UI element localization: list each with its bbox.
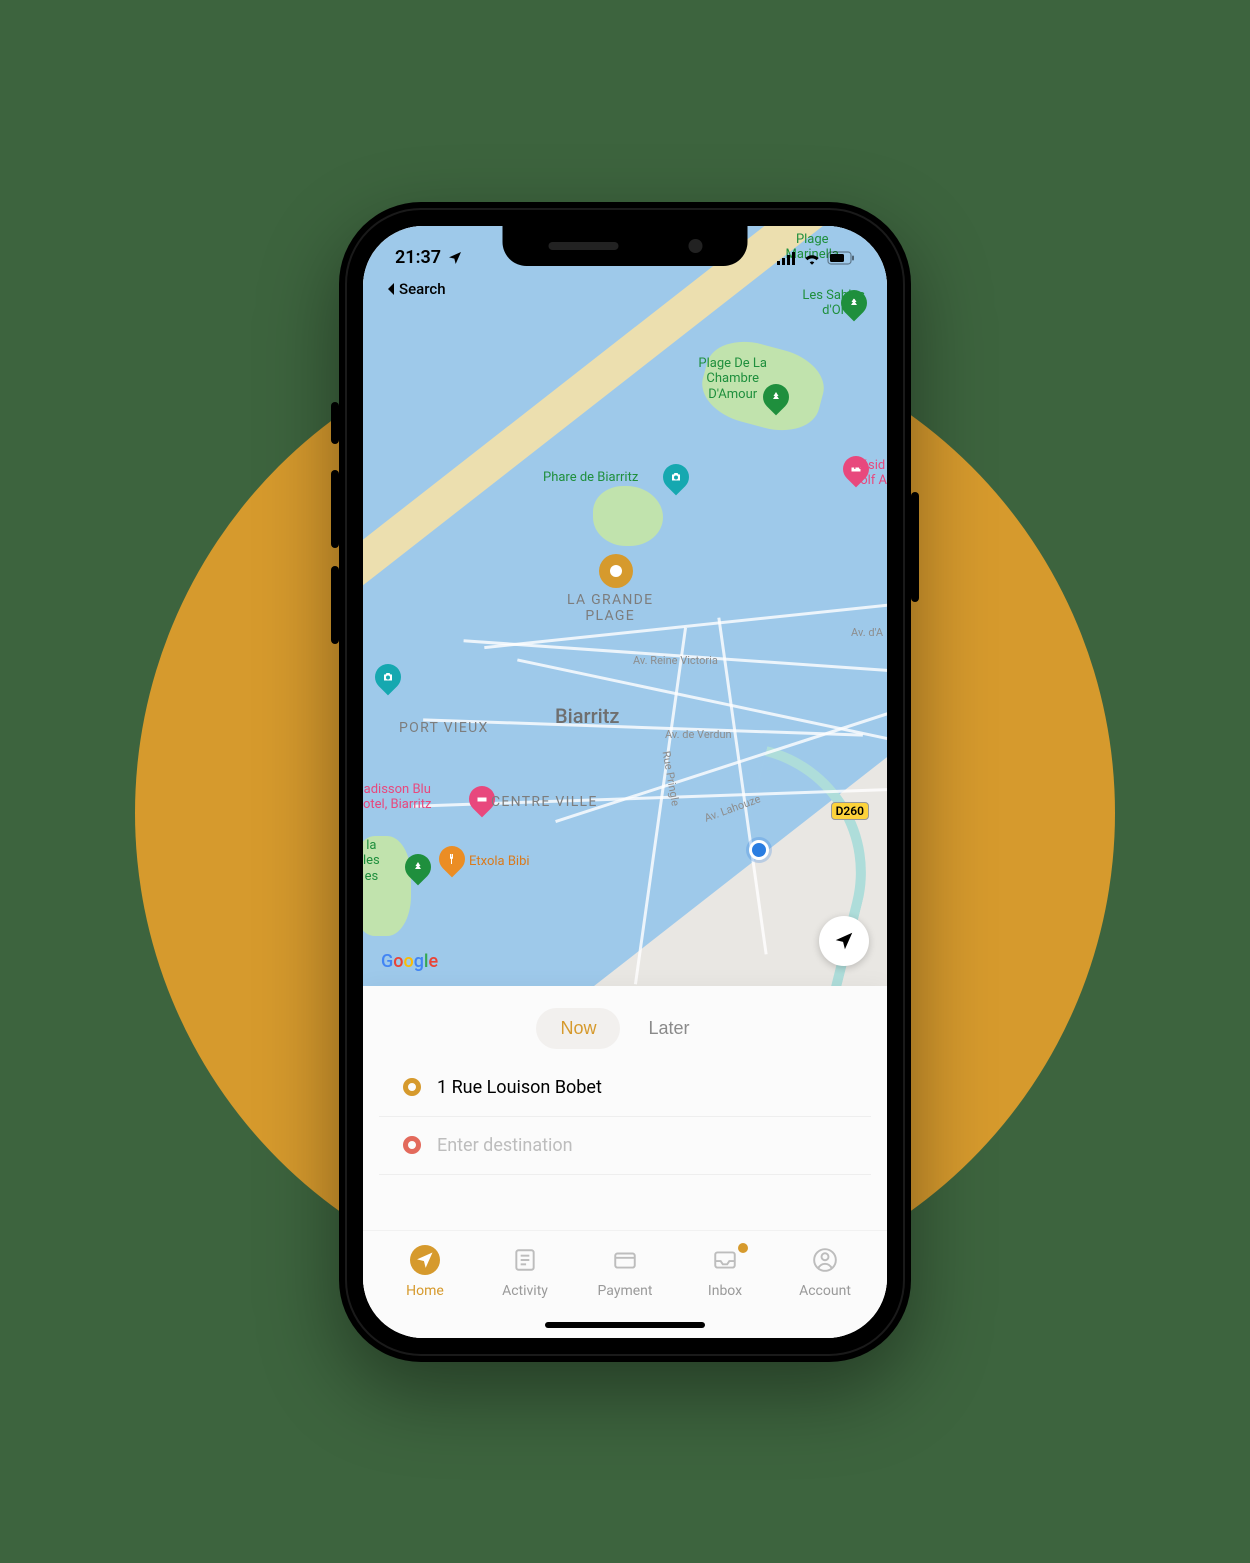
tab-home[interactable]: Home	[380, 1245, 470, 1299]
inbox-unread-dot-icon	[738, 1243, 748, 1253]
map-view[interactable]: Plage Marinella Les Sables d'Or Plage De…	[363, 226, 887, 986]
home-tab-icon	[416, 1251, 434, 1269]
payment-tab-icon	[611, 1247, 639, 1273]
poi-label: Phare de Biarritz	[543, 470, 638, 486]
pickup-field[interactable]: 1 Rue Louison Bobet	[379, 1059, 871, 1117]
segment-later[interactable]: Later	[624, 1008, 713, 1049]
volume-up[interactable]	[331, 470, 339, 548]
wifi-icon	[803, 251, 821, 265]
poi-label: Etxola Bibi	[469, 854, 530, 869]
phone-frame: 21:37 Search	[339, 202, 911, 1362]
battery-icon	[827, 251, 855, 265]
tab-label: Home	[406, 1283, 444, 1299]
tab-account[interactable]: Account	[780, 1245, 870, 1299]
speaker-grille	[548, 242, 618, 250]
tab-label: Payment	[598, 1283, 653, 1299]
recenter-button[interactable]	[819, 916, 869, 966]
poi-label: la les es	[363, 838, 380, 885]
screen: 21:37 Search	[363, 226, 887, 1338]
poi-label: adisson Blu otel, Biarritz	[363, 782, 432, 813]
location-services-icon	[447, 250, 463, 266]
destination-placeholder: Enter destination	[437, 1135, 573, 1156]
inbox-tab-icon	[711, 1247, 739, 1273]
home-indicator[interactable]	[545, 1322, 705, 1328]
front-camera	[688, 239, 702, 253]
map-attribution: Google	[381, 951, 438, 972]
destination-dot-icon	[403, 1136, 421, 1154]
tab-inbox[interactable]: Inbox	[680, 1245, 770, 1299]
chevron-left-icon	[385, 282, 397, 296]
account-tab-icon	[812, 1247, 838, 1273]
poi-label: Plage De La Chambre D'Amour	[698, 356, 767, 403]
road-badge: D260	[831, 802, 869, 820]
pickup-dot-icon	[403, 1078, 421, 1096]
status-time: 21:37	[395, 247, 441, 268]
road-label: Av. d'A	[851, 626, 883, 639]
district-label: PORT VIEUX	[399, 720, 489, 736]
poi-label: Résid Golf A	[851, 458, 887, 489]
tab-label: Account	[799, 1283, 851, 1299]
cellular-icon	[777, 251, 797, 265]
destination-field[interactable]: Enter destination	[379, 1117, 871, 1175]
booking-sheet: Now Later 1 Rue Louison Bobet Enter dest…	[363, 986, 887, 1338]
notch	[503, 226, 748, 266]
tab-payment[interactable]: Payment	[580, 1245, 670, 1299]
road-label: Av. Reine Victoria	[633, 654, 718, 667]
mute-switch[interactable]	[331, 402, 339, 444]
road-label: Av. de Verdun	[665, 728, 732, 741]
pickup-address-value: 1 Rue Louison Bobet	[437, 1077, 602, 1098]
current-location-dot	[749, 840, 769, 860]
power-button[interactable]	[911, 492, 919, 602]
poi-label: Les Sables d'Or	[802, 288, 865, 319]
tab-label: Activity	[502, 1283, 548, 1299]
location-arrow-icon	[833, 930, 855, 952]
tab-activity[interactable]: Activity	[480, 1245, 570, 1299]
district-label: CENTRE VILLE	[491, 794, 598, 810]
when-segmented: Now Later	[363, 986, 887, 1059]
back-to-search[interactable]: Search	[385, 280, 446, 298]
tab-label: Inbox	[708, 1283, 742, 1299]
activity-tab-icon	[512, 1247, 538, 1273]
segment-now[interactable]: Now	[536, 1008, 620, 1049]
pickup-marker-icon[interactable]	[599, 554, 633, 588]
back-label: Search	[399, 280, 446, 298]
city-label: Biarritz	[555, 704, 619, 728]
volume-down[interactable]	[331, 566, 339, 644]
district-label: LA GRANDE PLAGE	[567, 592, 653, 624]
